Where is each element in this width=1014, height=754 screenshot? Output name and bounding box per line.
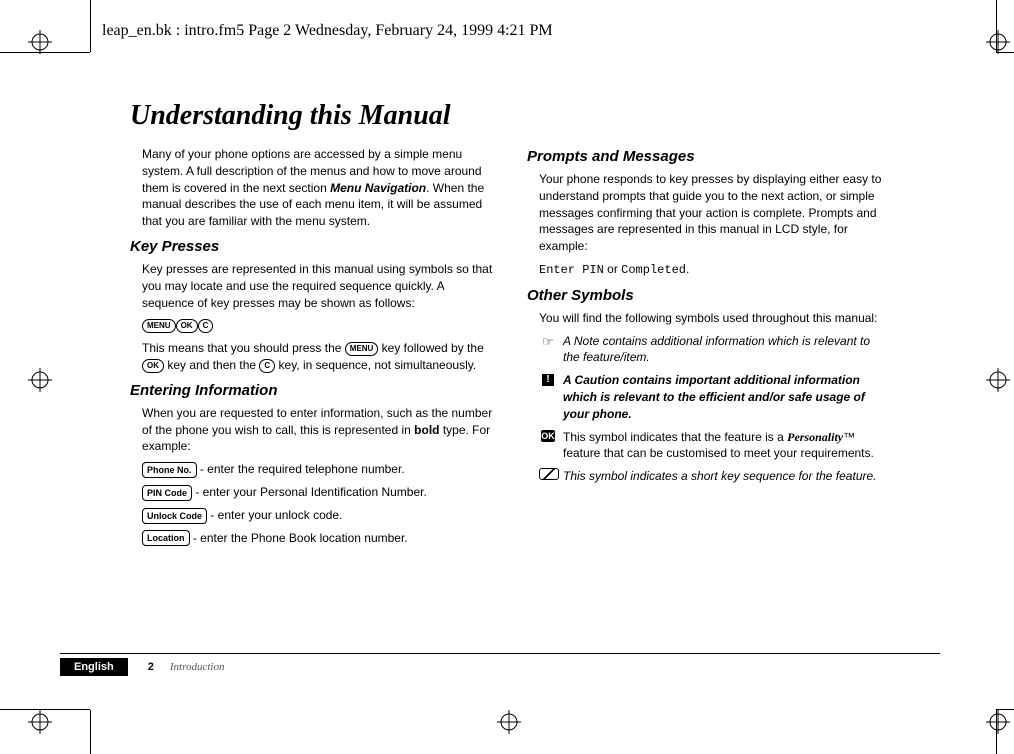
- caution-text: A Caution contains important additional …: [563, 372, 890, 422]
- personality-icon-wrap: OK: [539, 429, 557, 463]
- entry-row-unlock: Unlock Code - enter your unlock code.: [130, 507, 493, 524]
- heading-entering-info: Entering Information: [130, 380, 493, 401]
- personality-text: This symbol indicates that the feature i…: [563, 429, 890, 463]
- prompts-desc: Your phone responds to key presses by di…: [527, 171, 890, 255]
- ok-key-icon: OK: [176, 319, 198, 333]
- reg-mark-bottom-right: [986, 710, 1010, 734]
- menu-key-icon-inline1: MENU: [345, 342, 379, 356]
- c-key-icon: C: [198, 319, 214, 333]
- page-content: Understanding this Manual Many of your p…: [130, 100, 890, 660]
- reg-mark-mid-right: [986, 368, 1010, 392]
- c-key-icon-inline: C: [259, 359, 275, 373]
- reg-mark-bottom-center: [497, 710, 521, 734]
- key-expl-a: This means that you should press the: [142, 341, 345, 355]
- key-expl-b: key followed by the: [378, 341, 483, 355]
- entry-row-pin: PIN Code - enter your Personal Identific…: [130, 484, 493, 501]
- right-column: Prompts and Messages Your phone responds…: [527, 146, 890, 552]
- entering-info-desc: When you are requested to enter informat…: [130, 405, 493, 455]
- heading-other-symbols: Other Symbols: [527, 285, 890, 306]
- caution-icon: !: [542, 374, 554, 386]
- symbol-row-note: ☞ A Note contains additional information…: [527, 333, 890, 367]
- intro-text-bold: Menu Navigation: [330, 181, 426, 195]
- location-box: Location: [142, 530, 190, 546]
- shortkey-icon: [539, 468, 559, 480]
- heading-key-presses: Key Presses: [130, 236, 493, 257]
- rule-top-left-v: [90, 0, 91, 52]
- ok-text-a: This symbol indicates that the feature i…: [563, 430, 787, 444]
- ok-text-b: feature that can be customised to meet y…: [563, 446, 874, 460]
- footer-section-name: Introduction: [170, 661, 225, 673]
- key-presses-desc: Key presses are represented in this manu…: [130, 261, 493, 311]
- ok-key-icon-inline: OK: [142, 359, 164, 373]
- key-explain: This means that you should press the MEN…: [130, 340, 493, 374]
- key-expl-c: key and then the: [164, 358, 259, 372]
- reg-mark-top-right: [986, 30, 1010, 54]
- shortkey-icon-wrap: [539, 468, 557, 485]
- footer-language-badge: English: [60, 658, 128, 676]
- rule-bottom-left-v: [90, 710, 91, 754]
- other-symbols-intro: You will find the following symbols used…: [527, 310, 890, 327]
- lcd-example-row: Enter PIN or Completed.: [527, 261, 890, 279]
- symbol-row-caution: ! A Caution contains important additiona…: [527, 372, 890, 422]
- caution-icon-wrap: !: [539, 372, 557, 422]
- note-text: A Note contains additional information w…: [563, 333, 890, 367]
- reg-mark-bottom-left: [28, 710, 52, 734]
- reg-mark-mid-left: [28, 368, 52, 392]
- intro-paragraph: Many of your phone options are accessed …: [130, 146, 493, 230]
- page-title: Understanding this Manual: [130, 100, 890, 132]
- lcd-completed: Completed: [621, 263, 686, 277]
- key-sequence-row: MENUOKC: [130, 317, 493, 334]
- menu-key-icon: MENU: [142, 319, 176, 333]
- symbol-row-personality: OK This symbol indicates that the featur…: [527, 429, 890, 463]
- ok-text-bold: Personality: [787, 430, 843, 444]
- heading-prompts: Prompts and Messages: [527, 146, 890, 167]
- unlock-code-box: Unlock Code: [142, 508, 207, 524]
- lcd-or: or: [604, 262, 621, 276]
- entry-row-phone: Phone No. - enter the required telephone…: [130, 461, 493, 478]
- ok-text-tm: ™: [843, 430, 855, 444]
- symbol-row-shortkey: This symbol indicates a short key sequen…: [527, 468, 890, 485]
- phone-no-text: - enter the required telephone number.: [197, 462, 405, 476]
- pin-code-box: PIN Code: [142, 485, 192, 501]
- enter-desc-bold: bold: [414, 423, 439, 437]
- shortkey-text: This symbol indicates a short key sequen…: [563, 468, 890, 485]
- entry-row-location: Location - enter the Phone Book location…: [130, 530, 493, 547]
- page-footer: English 2 Introduction: [60, 653, 940, 680]
- lcd-enter-pin: Enter PIN: [539, 263, 604, 277]
- personality-ok-icon: OK: [541, 430, 555, 442]
- left-column: Many of your phone options are accessed …: [130, 146, 493, 552]
- phone-no-box: Phone No.: [142, 462, 197, 478]
- key-expl-d: key, in sequence, not simultaneously.: [275, 358, 476, 372]
- location-text: - enter the Phone Book location number.: [190, 531, 408, 545]
- reg-mark-top-left: [28, 30, 52, 54]
- footer-page-number: 2: [148, 661, 154, 673]
- unlock-code-text: - enter your unlock code.: [207, 508, 342, 522]
- pin-code-text: - enter your Personal Identification Num…: [192, 485, 427, 499]
- frame-header-text: leap_en.bk : intro.fm5 Page 2 Wednesday,…: [102, 22, 553, 40]
- note-icon: ☞: [539, 333, 557, 367]
